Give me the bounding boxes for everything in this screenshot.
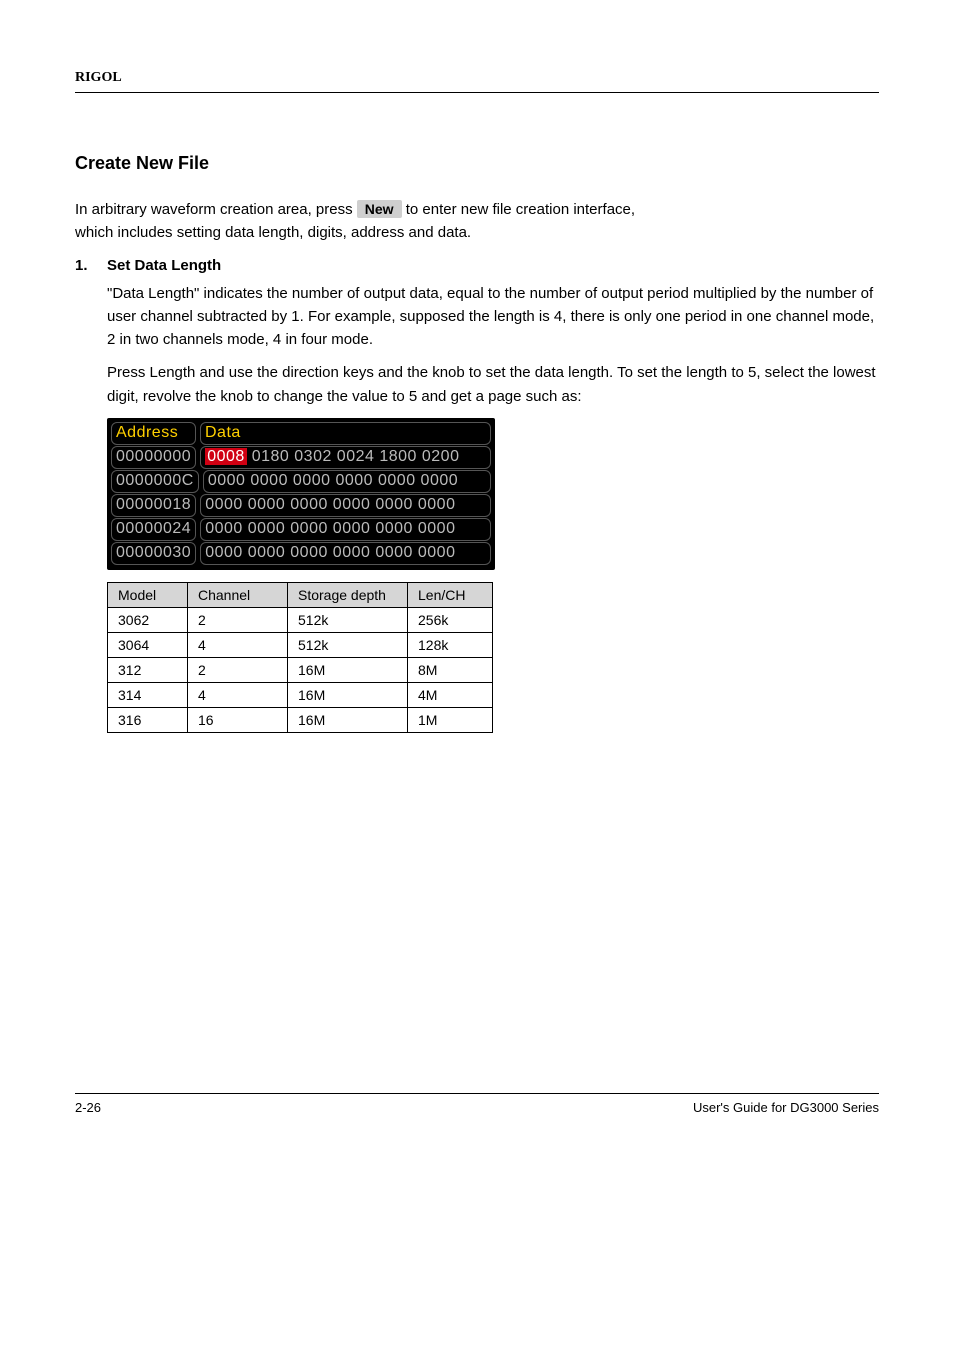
cell-model: 314	[108, 682, 188, 707]
cell-channel: 4	[188, 632, 288, 657]
intro-text-line2: which includes setting data length, digi…	[75, 224, 471, 241]
header-brand: RIGOL	[75, 70, 879, 93]
cell-len: 4M	[408, 682, 493, 707]
step1-para1: "Data Length" indicates the number of ou…	[107, 282, 879, 352]
cell-len: 256k	[408, 607, 493, 632]
screenshot-addr-cell: 00000018	[111, 494, 196, 517]
section-title: Create New File	[75, 153, 879, 174]
screenshot-data-cell: 0000 0000 0000 0000 0000 0000	[200, 542, 491, 565]
screenshot-highlight: 0008	[205, 448, 247, 465]
screenshot-addr-cell: 0000000C	[111, 470, 199, 493]
cell-storage: 512k	[288, 607, 408, 632]
table-row: 3062 2 512k 256k	[108, 607, 493, 632]
spec-th-channel: Channel	[188, 582, 288, 607]
cell-channel: 2	[188, 657, 288, 682]
screenshot-data-rest: 0180 0302 0024 1800 0200	[247, 448, 460, 465]
spec-th-model: Model	[108, 582, 188, 607]
intro-text-post: to enter new file creation interface,	[406, 201, 635, 218]
screenshot-data-cell: 0000 0000 0000 0000 0000 0000	[203, 470, 491, 493]
cell-len: 128k	[408, 632, 493, 657]
screenshot-data-cell: 0000 0000 0000 0000 0000 0000	[200, 494, 491, 517]
table-row: 3064 4 512k 128k	[108, 632, 493, 657]
cell-len: 1M	[408, 707, 493, 732]
spec-table: Model Channel Storage depth Len/CH 3062 …	[107, 582, 493, 733]
spec-th-len: Len/CH	[408, 582, 493, 607]
cell-channel: 2	[188, 607, 288, 632]
screenshot-addr-cell: 00000030	[111, 542, 196, 565]
cell-channel: 16	[188, 707, 288, 732]
cell-model: 3062	[108, 607, 188, 632]
intro-paragraph: In arbitrary waveform creation area, pre…	[75, 198, 879, 245]
table-row: 316 16 16M 1M	[108, 707, 493, 732]
cell-storage: 512k	[288, 632, 408, 657]
cell-len: 8M	[408, 657, 493, 682]
cell-model: 316	[108, 707, 188, 732]
screenshot-data-cell: 0008 0180 0302 0024 1800 0200	[200, 446, 491, 469]
step-title-1: Set Data Length	[107, 257, 221, 274]
intro-text-pre: In arbitrary waveform creation area, pre…	[75, 201, 357, 218]
memory-screenshot: Address Data 00000000 0008 0180 0302 002…	[107, 418, 495, 570]
screenshot-data-header: Data	[200, 422, 491, 445]
screenshot-addr-cell: 00000024	[111, 518, 196, 541]
table-row: 314 4 16M 4M	[108, 682, 493, 707]
page-footer: 2-26 User's Guide for DG3000 Series	[75, 1093, 879, 1115]
page-number: 2-26	[75, 1100, 101, 1115]
table-row: 312 2 16M 8M	[108, 657, 493, 682]
cell-channel: 4	[188, 682, 288, 707]
cell-storage: 16M	[288, 657, 408, 682]
cell-storage: 16M	[288, 682, 408, 707]
screenshot-addr-header: Address	[111, 422, 196, 445]
spec-th-storage: Storage depth	[288, 582, 408, 607]
new-softkey: New	[357, 200, 402, 218]
cell-model: 312	[108, 657, 188, 682]
step1-para2: Press Length and use the direction keys …	[107, 361, 879, 408]
footer-doc-title: User's Guide for DG3000 Series	[693, 1100, 879, 1115]
cell-storage: 16M	[288, 707, 408, 732]
screenshot-data-cell: 0000 0000 0000 0000 0000 0000	[200, 518, 491, 541]
cell-model: 3064	[108, 632, 188, 657]
screenshot-addr-cell: 00000000	[111, 446, 196, 469]
step-number-1: 1.	[75, 257, 97, 274]
